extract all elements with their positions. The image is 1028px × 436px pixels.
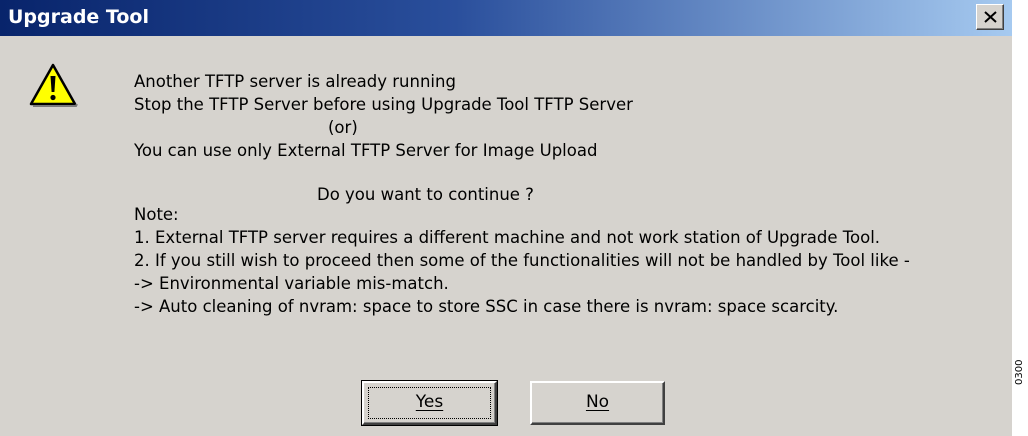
- close-button[interactable]: [976, 4, 1004, 30]
- window-title: Upgrade Tool: [8, 6, 149, 28]
- message-line: (or): [328, 118, 358, 137]
- note-label: Note:: [134, 205, 179, 224]
- yes-button-label: Yes: [415, 392, 444, 412]
- note-line: -> Environmental variable mis-match.: [134, 274, 449, 293]
- close-icon: [984, 11, 997, 23]
- upgrade-tool-dialog: Upgrade Tool Another TFTP server is alre…: [0, 0, 1012, 436]
- figure-id: 0300: [1014, 359, 1025, 385]
- title-bar[interactable]: Upgrade Tool: [0, 0, 1012, 36]
- note-line: 2. If you still wish to proceed then som…: [134, 251, 910, 270]
- message-body: Another TFTP server is already running S…: [134, 70, 994, 318]
- message-line: You can use only External TFTP Server fo…: [134, 141, 598, 160]
- note-line: 1. External TFTP server requires a diffe…: [134, 228, 881, 247]
- warning-icon: [29, 63, 78, 107]
- message-line: Stop the TFTP Server before using Upgrad…: [134, 95, 633, 114]
- no-button-label: No: [585, 392, 610, 412]
- no-button[interactable]: No: [530, 381, 665, 425]
- note-line: -> Auto cleaning of nvram: space to stor…: [134, 297, 839, 316]
- message-line: Another TFTP server is already running: [134, 72, 456, 91]
- yes-button[interactable]: Yes: [361, 380, 498, 426]
